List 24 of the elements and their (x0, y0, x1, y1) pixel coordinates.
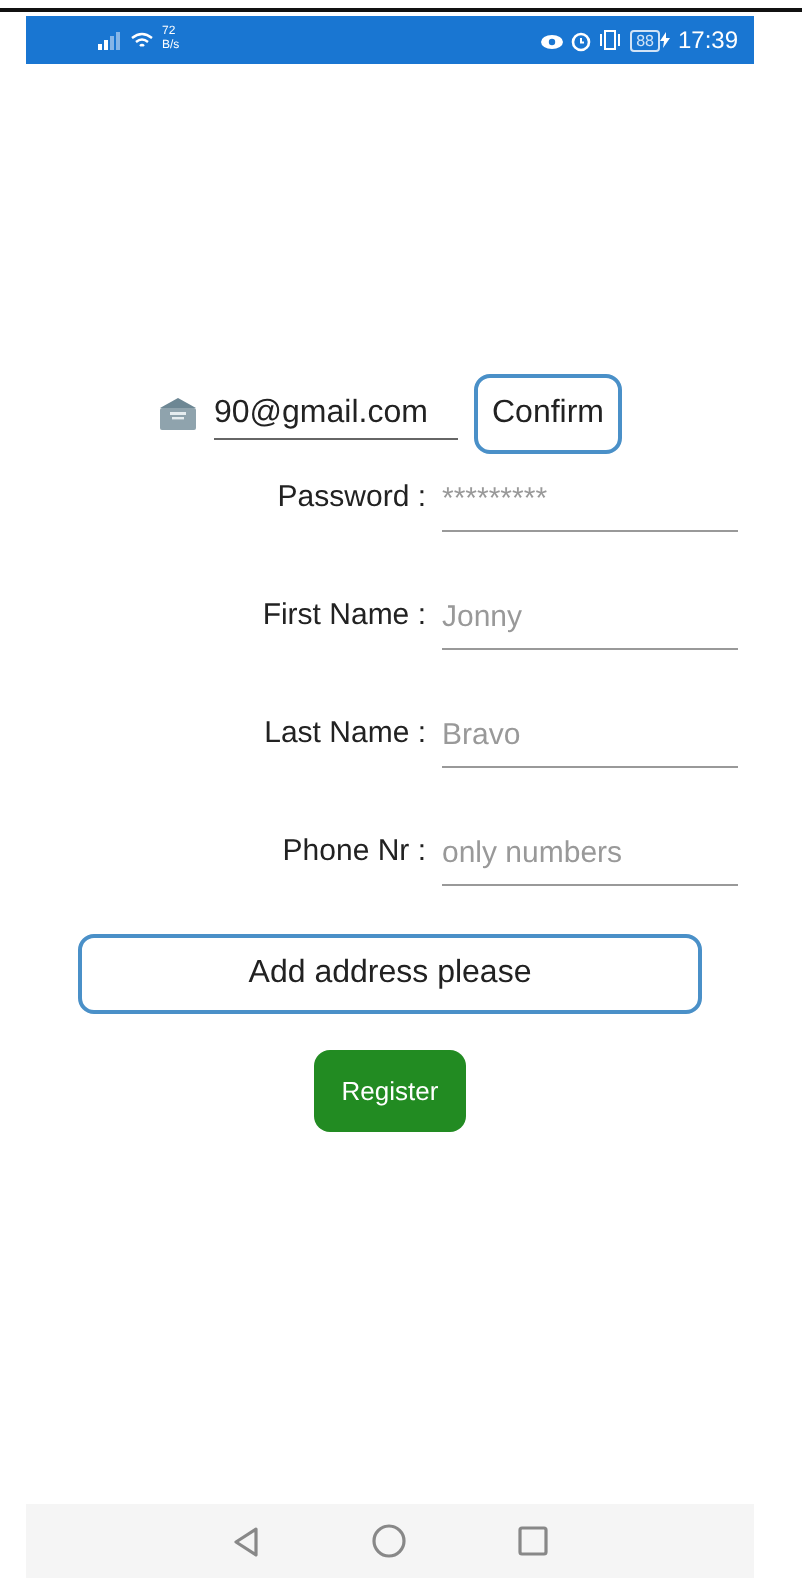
field-label: Phone Nr : (280, 831, 428, 871)
back-icon[interactable] (232, 1525, 260, 1557)
mail-icon (157, 398, 198, 430)
vibrate-icon (598, 30, 623, 50)
text-field[interactable]: Bravo (442, 713, 738, 768)
home-icon[interactable] (372, 1524, 406, 1558)
field-label: First Name : (260, 595, 428, 635)
charging-icon (659, 32, 670, 48)
field-label: Password : (275, 477, 428, 517)
recents-icon[interactable] (518, 1526, 548, 1556)
alarm-icon (570, 29, 593, 51)
text-field[interactable]: ********* (442, 477, 738, 532)
clock-time: 17:39 (677, 24, 738, 58)
text-field[interactable]: only numbers (442, 831, 738, 886)
confirm-button[interactable]: Confirm (473, 374, 622, 454)
email-field[interactable]: 90@gmail.com (213, 389, 458, 439)
eye-icon (540, 31, 565, 49)
wifi-icon (130, 31, 154, 49)
text-field[interactable]: Jonny (442, 595, 738, 650)
field-label: Last Name : (262, 713, 428, 753)
register-button[interactable]: Register (314, 1050, 466, 1132)
add-address-button[interactable]: Add address please (78, 934, 702, 1014)
battery-level: 88 (630, 29, 660, 51)
signal-icon (98, 31, 122, 49)
